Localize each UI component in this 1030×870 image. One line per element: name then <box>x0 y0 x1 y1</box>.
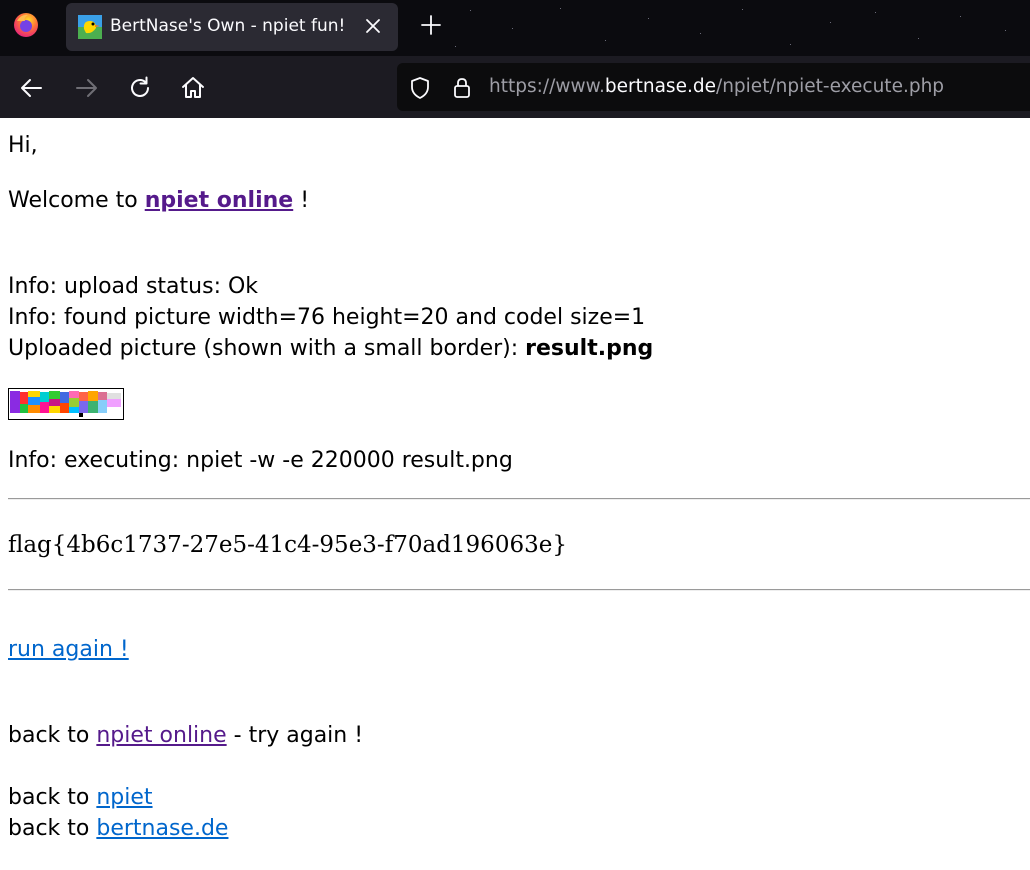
tab-title: BertNase's Own - npiet fun! <box>110 16 346 36</box>
run-again-line: run again ! <box>8 636 129 664</box>
info-upload-status: Info: upload status: Ok <box>8 274 259 299</box>
firefox-logo-icon[interactable] <box>13 12 39 38</box>
url-text: https://www.bertnase.de/npiet/npiet-exec… <box>489 76 945 97</box>
uploaded-picture-thumbnail <box>8 388 124 420</box>
divider-bottom <box>8 589 1030 591</box>
back-npiet-online-link[interactable]: npiet online <box>96 723 226 748</box>
page-content: Hi, Welcome to npiet online ! Info: uplo… <box>0 118 1030 870</box>
uploaded-filename: result.png <box>525 336 654 361</box>
info-picture-size: Info: found picture width=76 height=20 a… <box>8 305 646 330</box>
welcome-line: Welcome to npiet online ! <box>8 188 310 213</box>
back-to-bertnase-line: back to bertnase.de <box>8 816 229 841</box>
npiet-favicon-icon <box>78 15 102 39</box>
run-again-link[interactable]: run again ! <box>8 637 129 662</box>
close-icon[interactable] <box>362 15 384 37</box>
url-domain: bertnase.de <box>604 76 716 97</box>
arrow-left-icon[interactable] <box>19 75 45 101</box>
lock-icon[interactable] <box>451 76 473 100</box>
back-npiet-link[interactable]: npiet <box>96 785 152 810</box>
plus-icon[interactable] <box>419 13 443 37</box>
info-executing: Info: executing: npiet -w -e 220000 resu… <box>8 448 513 473</box>
url-bar[interactable]: https://www.bertnase.de/npiet/npiet-exec… <box>397 63 1030 111</box>
tab-active[interactable]: BertNase's Own - npiet fun! <box>66 3 398 51</box>
tab-bar: BertNase's Own - npiet fun! <box>0 0 1030 56</box>
shield-icon[interactable] <box>409 76 431 100</box>
uploaded-picture-line: Uploaded picture (shown with a small bor… <box>8 336 654 361</box>
flag-output: flag{4b6c1737-27e5-41c4-95e3-f70ad196063… <box>8 532 567 558</box>
navigation-toolbar: https://www.bertnase.de/npiet/npiet-exec… <box>0 56 1030 118</box>
arrow-right-icon[interactable] <box>73 75 99 101</box>
back-to-npiet-line: back to npiet <box>8 785 153 810</box>
back-to-npiet-online-line: back to npiet online - try again ! <box>8 723 364 748</box>
divider-top <box>8 498 1030 500</box>
back-bertnase-link[interactable]: bertnase.de <box>96 816 228 841</box>
npiet-online-link[interactable]: npiet online <box>145 188 294 213</box>
greeting: Hi, <box>8 133 38 158</box>
reload-icon[interactable] <box>127 75 153 101</box>
home-icon[interactable] <box>180 75 206 101</box>
